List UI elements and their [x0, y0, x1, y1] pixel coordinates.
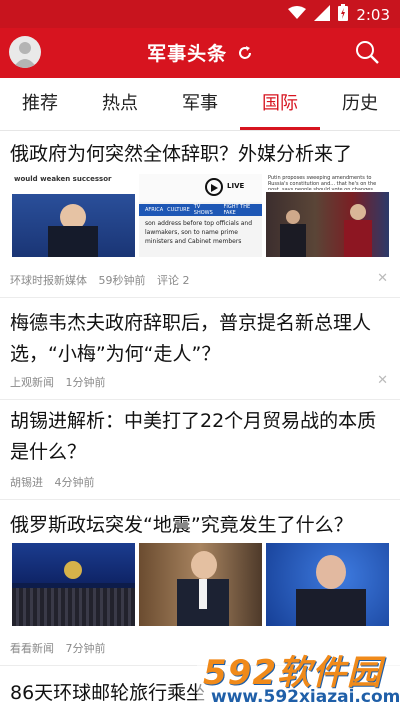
image-caption: son address before top officials and law…	[145, 220, 253, 245]
status-bar: 2:03	[0, 0, 400, 28]
media-tag: FIGHT THE FAKE	[223, 204, 251, 216]
dismiss-icon[interactable]: ✕	[377, 271, 388, 286]
article-meta: 看看新闻 7分钟前	[10, 640, 114, 656]
divider	[0, 399, 400, 400]
wifi-icon	[288, 5, 307, 24]
tab-military[interactable]: 军事	[160, 78, 240, 130]
search-icon[interactable]	[354, 39, 380, 65]
battery-icon	[338, 4, 349, 25]
article-image[interactable]: would weaken successor	[12, 174, 135, 257]
tab-recommended[interactable]: 推荐	[0, 78, 80, 130]
article-image[interactable]: LIVE AFRICA CULTURE TV SHOWS FIGHT THE F…	[139, 174, 262, 257]
article-source: 胡锡进	[10, 476, 43, 489]
article-source: 看看新闻	[10, 642, 54, 655]
article-comments[interactable]: 评论 2	[157, 274, 190, 287]
media-tag: AFRICA	[145, 207, 164, 213]
article-headline[interactable]: 俄罗斯政坛突发“地震”究竟发生了什么？	[10, 510, 390, 541]
article-image[interactable]	[12, 543, 135, 626]
article-image[interactable]	[266, 543, 389, 626]
article-image[interactable]: Putin proposes sweeping amendments to Ru…	[266, 174, 389, 257]
tab-hot[interactable]: 热点	[80, 78, 160, 130]
article-images: would weaken successor LIVE AFRICA CULTU…	[12, 174, 389, 257]
article-meta: 胡锡进 4分钟前	[10, 474, 103, 490]
live-label: LIVE	[227, 182, 245, 190]
tab-history[interactable]: 历史	[320, 78, 400, 130]
app-header: 军事头条	[0, 28, 400, 78]
article-time: 59秒钟前	[98, 274, 146, 287]
article-headline[interactable]: 俄政府为何突然全体辞职？外媒分析来了	[10, 139, 390, 170]
article-headline[interactable]: 胡锡进解析：中美打了22个月贸易战的本质是什么？	[10, 406, 390, 468]
article-images	[12, 543, 389, 626]
play-icon[interactable]	[205, 178, 223, 196]
article-image[interactable]	[139, 543, 262, 626]
divider	[0, 297, 400, 298]
image-caption: Putin proposes sweeping amendments to Ru…	[268, 175, 377, 190]
article-time: 7分钟前	[65, 642, 106, 655]
article-meta: 环球时报新媒体 59秒钟前 评论 2	[10, 272, 198, 288]
image-caption: would weaken successor	[14, 175, 112, 183]
media-tag: TV SHOWS	[193, 204, 213, 216]
divider	[0, 499, 400, 500]
article-time: 4分钟前	[54, 476, 95, 489]
article-source: 上观新闻	[10, 376, 54, 389]
watermark-url: www.592xiazai.com	[211, 687, 400, 707]
article-source: 环球时报新媒体	[10, 274, 87, 287]
active-tab-indicator	[240, 127, 320, 130]
watermark-logo: 592软件园 www.592xiazai.com	[197, 645, 400, 710]
article-meta: 上观新闻 1分钟前	[10, 374, 114, 390]
article-time: 1分钟前	[65, 376, 106, 389]
media-tag: CULTURE	[167, 207, 190, 213]
article-headline[interactable]: 梅德韦杰夫政府辞职后，普京提名新总理人选，“小梅”为何“走人”？	[10, 308, 390, 370]
refresh-icon[interactable]	[237, 44, 253, 66]
tab-international[interactable]: 国际	[240, 78, 320, 130]
clock: 2:03	[356, 5, 390, 24]
category-tabs: 推荐 热点 军事 国际 历史	[0, 78, 400, 131]
app-title-wrap[interactable]: 军事头条	[0, 39, 400, 66]
dismiss-icon[interactable]: ✕	[377, 373, 388, 388]
signal-icon	[314, 4, 331, 25]
app-title: 军事头条	[147, 43, 228, 65]
